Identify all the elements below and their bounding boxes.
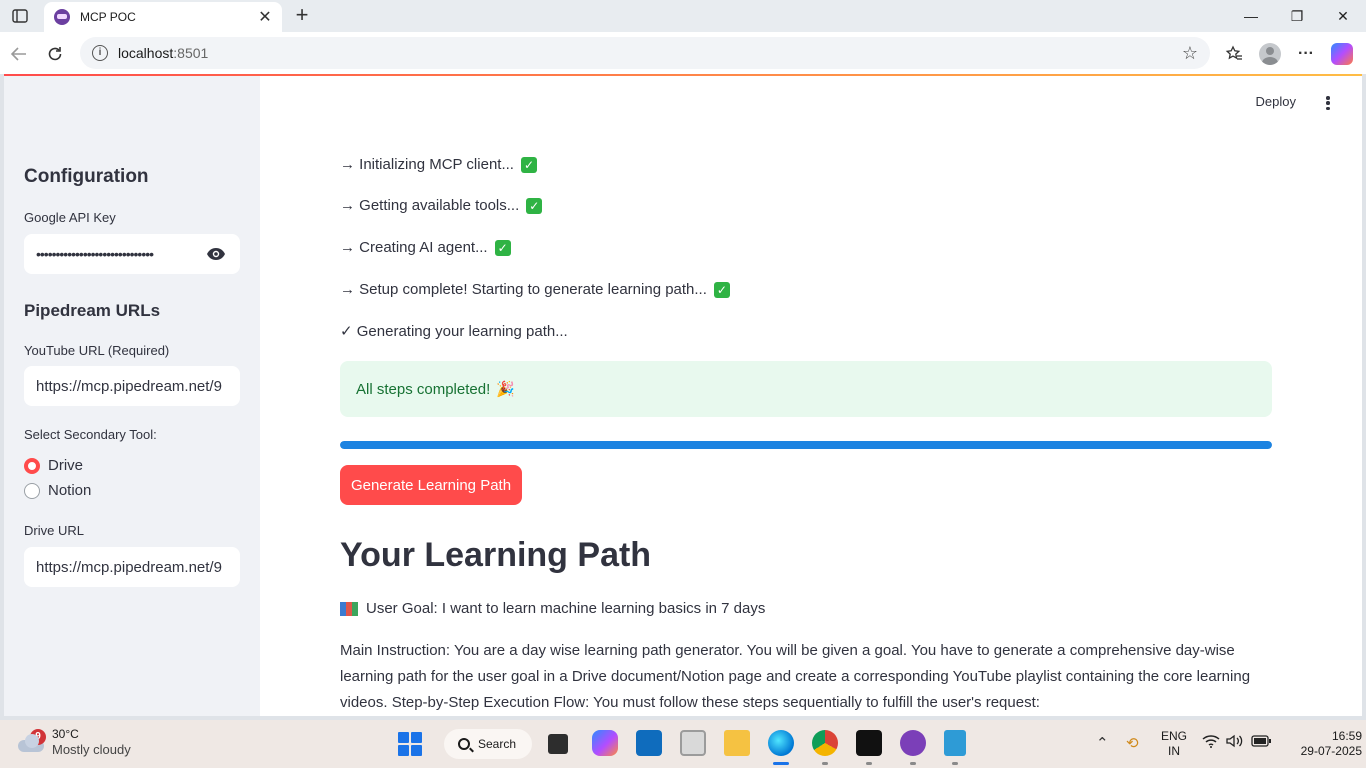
copilot-icon[interactable] xyxy=(1330,42,1354,66)
profile-avatar[interactable] xyxy=(1258,42,1282,66)
site-info-icon[interactable]: i xyxy=(92,45,108,61)
new-tab-button[interactable]: + xyxy=(290,4,314,28)
browser-navbar: i localhost:8501 ☆ ··· xyxy=(0,32,1366,74)
file-explorer-icon[interactable] xyxy=(724,730,750,756)
cloud-weather-icon: 9 xyxy=(16,729,46,753)
weather-widget[interactable]: 9 30°C Mostly cloudy xyxy=(16,727,131,757)
progress-bar-fill xyxy=(340,441,1272,449)
learning-path-heading: Your Learning Path xyxy=(340,536,652,574)
battery-icon[interactable] xyxy=(1251,734,1271,751)
status-step: → Getting available tools... ✓ xyxy=(340,197,543,214)
task-view-icon[interactable] xyxy=(548,734,568,754)
main-content: Deploy → Initializing MCP client... ✓ → … xyxy=(260,76,1362,716)
tab-close-icon[interactable]: ✕ xyxy=(256,7,274,27)
volume-icon[interactable] xyxy=(1226,734,1244,752)
secondary-tool-label: Select Secondary Tool: xyxy=(24,427,157,442)
address-bar[interactable]: i localhost:8501 ☆ xyxy=(80,37,1210,69)
browser-tab-bar: MCP POC ✕ + — ❐ ✕ xyxy=(0,0,1366,32)
radio-option-notion[interactable]: Notion xyxy=(24,482,91,499)
running-app-indicator xyxy=(910,762,916,765)
window-close-button[interactable]: ✕ xyxy=(1320,4,1366,28)
edge-browser-icon[interactable] xyxy=(768,730,794,756)
check-mark-icon: ✓ xyxy=(526,197,543,214)
instruction-paragraph: Main Instruction: You are a day wise lea… xyxy=(340,642,1251,711)
input-language[interactable]: ENG IN xyxy=(1160,729,1188,759)
minimize-button[interactable]: — xyxy=(1228,4,1274,28)
running-app-indicator xyxy=(866,762,872,765)
show-password-eye-icon[interactable] xyxy=(204,246,228,262)
status-step: → Creating AI agent... ✓ xyxy=(340,239,511,256)
capcut-app-icon[interactable] xyxy=(856,730,882,756)
user-goal-text: User Goal: I want to learn machine learn… xyxy=(340,600,765,617)
more-options-icon[interactable]: ··· xyxy=(1294,42,1318,66)
api-key-input[interactable]: •••••••••••••••••••••••••••••• xyxy=(24,234,240,274)
status-step: → Initializing MCP client... ✓ xyxy=(340,156,537,173)
copilot-app-icon[interactable] xyxy=(592,730,618,756)
favorite-star-icon[interactable]: ☆ xyxy=(1182,43,1198,64)
sidebar: Configuration Google API Key •••••••••••… xyxy=(4,76,260,716)
page-viewport: Configuration Google API Key •••••••••••… xyxy=(4,74,1362,716)
chrome-browser-icon[interactable] xyxy=(812,730,838,756)
check-mark-icon: ✓ xyxy=(494,239,511,256)
deploy-button[interactable]: Deploy xyxy=(1256,94,1296,109)
back-arrow-icon[interactable] xyxy=(6,41,32,67)
main-menu-kebab-icon[interactable] xyxy=(1320,94,1336,112)
weather-condition-text: Mostly cloudy xyxy=(52,742,131,757)
wifi-icon[interactable] xyxy=(1202,734,1220,752)
running-app-indicator xyxy=(952,762,958,765)
progress-bar xyxy=(340,441,1272,449)
windows-start-icon[interactable] xyxy=(398,732,422,756)
pipedream-urls-heading: Pipedream URLs xyxy=(24,301,161,320)
radio-button-selected[interactable] xyxy=(24,457,40,474)
streamlit-favicon-icon xyxy=(54,9,70,25)
books-icon xyxy=(340,601,358,616)
taskbar-search[interactable]: Search xyxy=(444,729,532,759)
microsoft-store-icon[interactable] xyxy=(636,730,662,756)
tab-actions-icon[interactable] xyxy=(8,6,32,26)
status-step: → Setup complete! Starting to generate l… xyxy=(340,281,730,298)
youtube-url-label: YouTube URL (Required) xyxy=(24,343,170,358)
search-icon xyxy=(458,738,470,750)
active-app-indicator xyxy=(773,762,789,765)
youtube-url-input[interactable]: https://mcp.pipedream.net/9 xyxy=(24,366,240,406)
clock[interactable]: 16:59 29-07-2025 xyxy=(1298,729,1362,759)
browser-tab-active[interactable]: MCP POC ✕ xyxy=(44,2,282,32)
configuration-heading: Configuration xyxy=(24,166,149,187)
drive-url-input[interactable]: https://mcp.pipedream.net/9 xyxy=(24,547,240,587)
radio-button[interactable] xyxy=(24,482,40,499)
sync-icon[interactable]: ⟲ xyxy=(1126,734,1139,752)
favorites-icon[interactable] xyxy=(1222,42,1246,66)
url-text: localhost:8501 xyxy=(118,45,209,61)
running-app-indicator xyxy=(822,762,828,765)
notepad-app-icon[interactable] xyxy=(944,730,966,756)
show-hidden-icons-chevron-icon[interactable]: ⌃ xyxy=(1096,734,1109,752)
api-key-label: Google API Key xyxy=(24,210,116,225)
party-popper-icon: 🎉 xyxy=(496,381,515,398)
photos-app-icon[interactable] xyxy=(680,730,706,756)
check-mark-icon: ✓ xyxy=(520,156,537,173)
generate-learning-path-button[interactable]: Generate Learning Path xyxy=(340,465,522,505)
status-step-current: ✓ Generating your learning path... xyxy=(340,322,568,341)
drive-url-label: Drive URL xyxy=(24,523,84,538)
weather-badge: 9 xyxy=(30,729,46,745)
temperature-text: 30°C xyxy=(52,727,79,741)
radio-option-drive[interactable]: Drive xyxy=(24,457,83,474)
success-alert: All steps completed! 🎉 xyxy=(340,361,1272,417)
tab-title: MCP POC xyxy=(80,10,136,24)
github-app-icon[interactable] xyxy=(900,730,926,756)
check-mark-icon: ✓ xyxy=(713,281,730,298)
windows-taskbar: 9 30°C Mostly cloudy Search ⌃ ⟲ ENG IN 16… xyxy=(0,720,1366,768)
reload-icon[interactable] xyxy=(42,41,68,67)
restore-button[interactable]: ❐ xyxy=(1274,4,1320,28)
